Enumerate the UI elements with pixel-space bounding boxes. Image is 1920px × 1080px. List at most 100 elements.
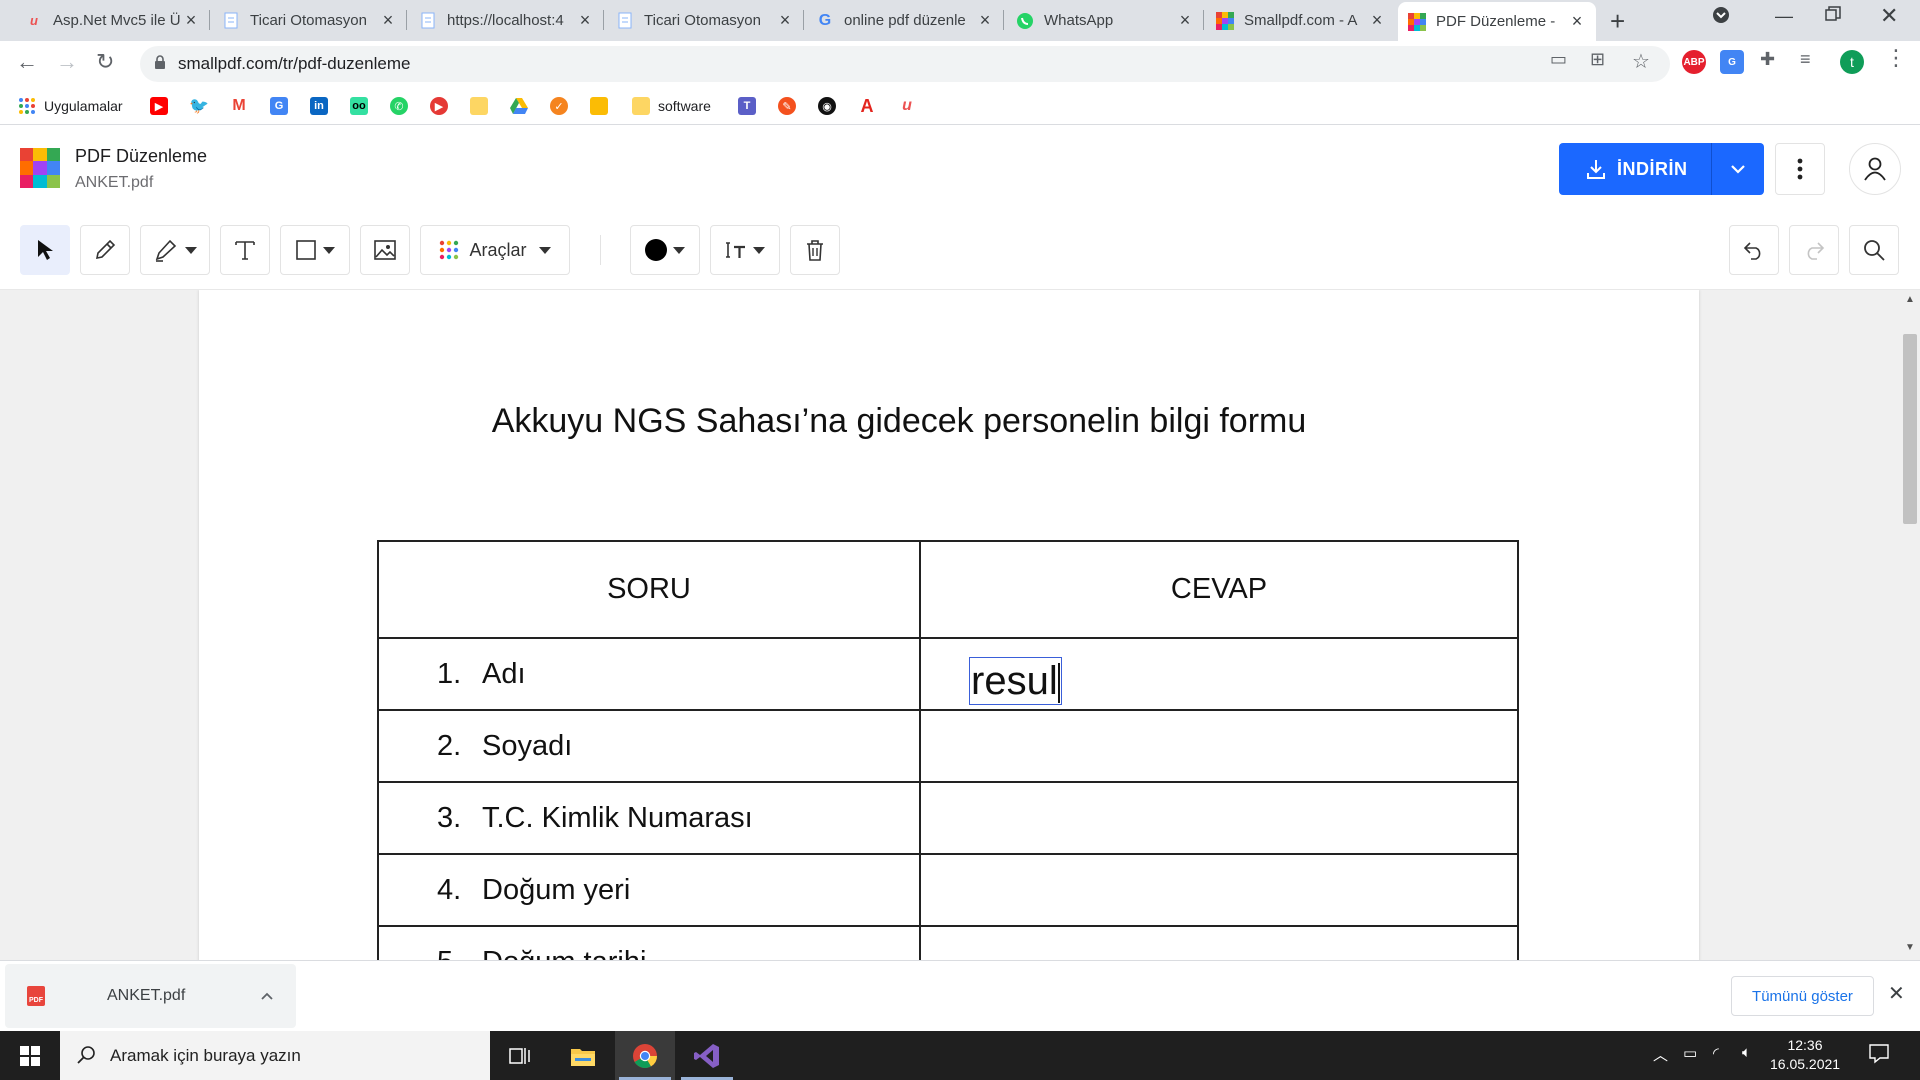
new-tab-icon[interactable]: + xyxy=(1610,6,1625,37)
keep-icon[interactable] xyxy=(590,96,616,116)
translate-bookmark-icon[interactable]: G xyxy=(270,96,296,116)
teams-icon[interactable]: T xyxy=(738,96,764,116)
tool-app-icon[interactable]: ✎ xyxy=(778,96,804,116)
show-all-downloads-button[interactable]: Tümünü göster xyxy=(1731,976,1874,1016)
close-tab-icon[interactable]: × xyxy=(576,10,594,31)
highlighter-tool-button[interactable] xyxy=(140,225,210,275)
answer-cell[interactable] xyxy=(919,709,1519,783)
user-account-button[interactable] xyxy=(1849,143,1901,195)
answer-cell[interactable]: resul xyxy=(919,637,1519,711)
tools-menu-button[interactable]: Araçlar xyxy=(420,225,570,275)
delete-button[interactable] xyxy=(790,225,840,275)
text-annotation-box[interactable]: resul xyxy=(969,657,1062,705)
browser-tab[interactable]: Ticari Otomasyon × xyxy=(212,0,407,41)
close-shelf-icon[interactable]: ✕ xyxy=(1888,981,1905,1006)
back-icon[interactable]: ← xyxy=(16,49,38,75)
text-tool-button[interactable] xyxy=(220,225,270,275)
answer-cell[interactable] xyxy=(919,853,1519,927)
close-tab-icon[interactable]: × xyxy=(1368,10,1386,31)
font-size-button[interactable] xyxy=(710,225,780,275)
browser-tab[interactable]: Smallpdf.com - A × xyxy=(1206,0,1396,41)
profile-avatar[interactable]: t xyxy=(1840,50,1864,74)
translate-icon[interactable]: ⊞ xyxy=(1590,49,1605,70)
browser-tab[interactable]: WhatsApp × xyxy=(1006,0,1204,41)
chrome-taskbar-button[interactable] xyxy=(615,1031,675,1080)
acrobat-icon[interactable]: A xyxy=(858,96,884,116)
bookmark-star-icon[interactable]: ☆ xyxy=(1632,49,1650,74)
close-tab-icon[interactable]: × xyxy=(776,10,794,31)
download-button[interactable]: İNDİRİN xyxy=(1559,143,1711,195)
browser-menu-icon[interactable]: ⋮ xyxy=(1885,45,1907,71)
battery-icon[interactable]: ▭ xyxy=(1683,1044,1697,1062)
select-tool-button[interactable] xyxy=(20,225,70,275)
check-app-icon[interactable]: ✓ xyxy=(550,96,576,116)
adblock-icon[interactable]: ABP xyxy=(1682,50,1706,74)
extensions-icon[interactable]: ✚ xyxy=(1760,49,1775,70)
vertical-scrollbar[interactable]: ▲ ▼ xyxy=(1900,290,1920,960)
browser-tab[interactable]: u Asp.Net Mvc5 ile Ü × xyxy=(15,0,210,41)
color-picker-button[interactable] xyxy=(630,225,700,275)
search-button[interactable] xyxy=(1849,225,1899,275)
reload-icon[interactable]: ↻ xyxy=(96,49,114,75)
shape-tool-button[interactable] xyxy=(280,225,350,275)
google-translate-icon[interactable]: G xyxy=(1720,50,1744,74)
close-tab-icon[interactable]: × xyxy=(1568,11,1586,32)
chevron-up-icon[interactable] xyxy=(260,984,274,1008)
close-tab-icon[interactable]: × xyxy=(976,10,994,31)
notification-center-icon[interactable] xyxy=(1868,1042,1890,1068)
taskbar-search-box[interactable]: Aramak için buraya yazın xyxy=(60,1031,490,1080)
forward-icon[interactable]: → xyxy=(56,49,78,75)
download-options-button[interactable] xyxy=(1712,164,1764,174)
udemy-bookmark-icon[interactable]: u xyxy=(898,96,924,116)
visual-studio-taskbar-button[interactable] xyxy=(677,1031,737,1080)
gmail-icon[interactable]: M xyxy=(230,96,256,116)
youtube-icon[interactable]: ▶ xyxy=(150,96,176,116)
more-options-button[interactable] xyxy=(1775,143,1825,195)
scrollbar-thumb[interactable] xyxy=(1903,334,1917,524)
restore-icon[interactable] xyxy=(1825,6,1841,27)
close-tab-icon[interactable]: × xyxy=(182,10,200,31)
scroll-down-icon[interactable]: ▼ xyxy=(1905,942,1915,953)
google-drive-icon[interactable] xyxy=(510,96,536,116)
github-icon[interactable]: ◉ xyxy=(818,96,844,116)
table-row: 4. Doğum yeri xyxy=(377,853,1519,927)
smallpdf-logo-icon[interactable] xyxy=(20,148,60,188)
system-clock[interactable]: 12:36 16.05.2021 xyxy=(1770,1036,1840,1074)
linkedin-icon[interactable]: in xyxy=(310,96,336,116)
show-hidden-icons-icon[interactable]: ︿ xyxy=(1653,1044,1668,1065)
pdf-page[interactable]: Akkuyu NGS Sahası’na gidecek personelin … xyxy=(199,290,1699,960)
close-tab-icon[interactable]: × xyxy=(1176,10,1194,31)
close-window-icon[interactable]: ✕ xyxy=(1880,3,1898,29)
windows-start-button[interactable] xyxy=(0,1031,60,1080)
browser-tab-active[interactable]: PDF Düzenleme - × xyxy=(1398,2,1596,41)
tab-search-icon[interactable] xyxy=(1712,6,1730,29)
volume-icon[interactable]: 🔈︎ xyxy=(1742,1044,1751,1061)
media-icon[interactable]: ≡ xyxy=(1800,49,1811,70)
folder-icon[interactable] xyxy=(470,96,496,116)
browser-tab[interactable]: Ticari Otomasyon × xyxy=(606,0,804,41)
cast-icon[interactable]: ▭ xyxy=(1550,49,1567,70)
wifi-icon[interactable]: ◜ xyxy=(1713,1044,1719,1062)
software-folder[interactable]: software xyxy=(632,96,711,116)
browser-tab[interactable]: https://localhost:4 × xyxy=(409,0,604,41)
scroll-up-icon[interactable]: ▲ xyxy=(1905,294,1915,305)
whatsapp-bookmark-icon[interactable]: ✆ xyxy=(390,96,416,116)
browser-tab[interactable]: G online pdf düzenle × xyxy=(806,0,1004,41)
file-explorer-taskbar-button[interactable] xyxy=(553,1031,613,1080)
minimize-icon[interactable]: — xyxy=(1775,6,1793,27)
close-tab-icon[interactable]: × xyxy=(379,10,397,31)
tripadvisor-icon[interactable]: oo xyxy=(350,96,376,116)
undo-button[interactable] xyxy=(1729,225,1779,275)
address-bar[interactable]: smallpdf.com/tr/pdf-duzenleme xyxy=(140,46,1670,82)
redo-button[interactable] xyxy=(1789,225,1839,275)
download-item[interactable]: PDF ANKET.pdf xyxy=(5,964,296,1028)
answer-cell[interactable] xyxy=(919,781,1519,855)
answer-cell[interactable] xyxy=(919,925,1519,960)
pen-tool-button[interactable] xyxy=(80,225,130,275)
task-view-button[interactable] xyxy=(490,1031,550,1080)
table-row: 3. T.C. Kimlik Numarası xyxy=(377,781,1519,855)
image-tool-button[interactable] xyxy=(360,225,410,275)
twitter-icon[interactable]: 🐦 xyxy=(189,96,216,116)
apps-bookmark[interactable]: Uygulamalar xyxy=(18,96,123,116)
media-player-icon[interactable]: ▶ xyxy=(430,96,456,116)
